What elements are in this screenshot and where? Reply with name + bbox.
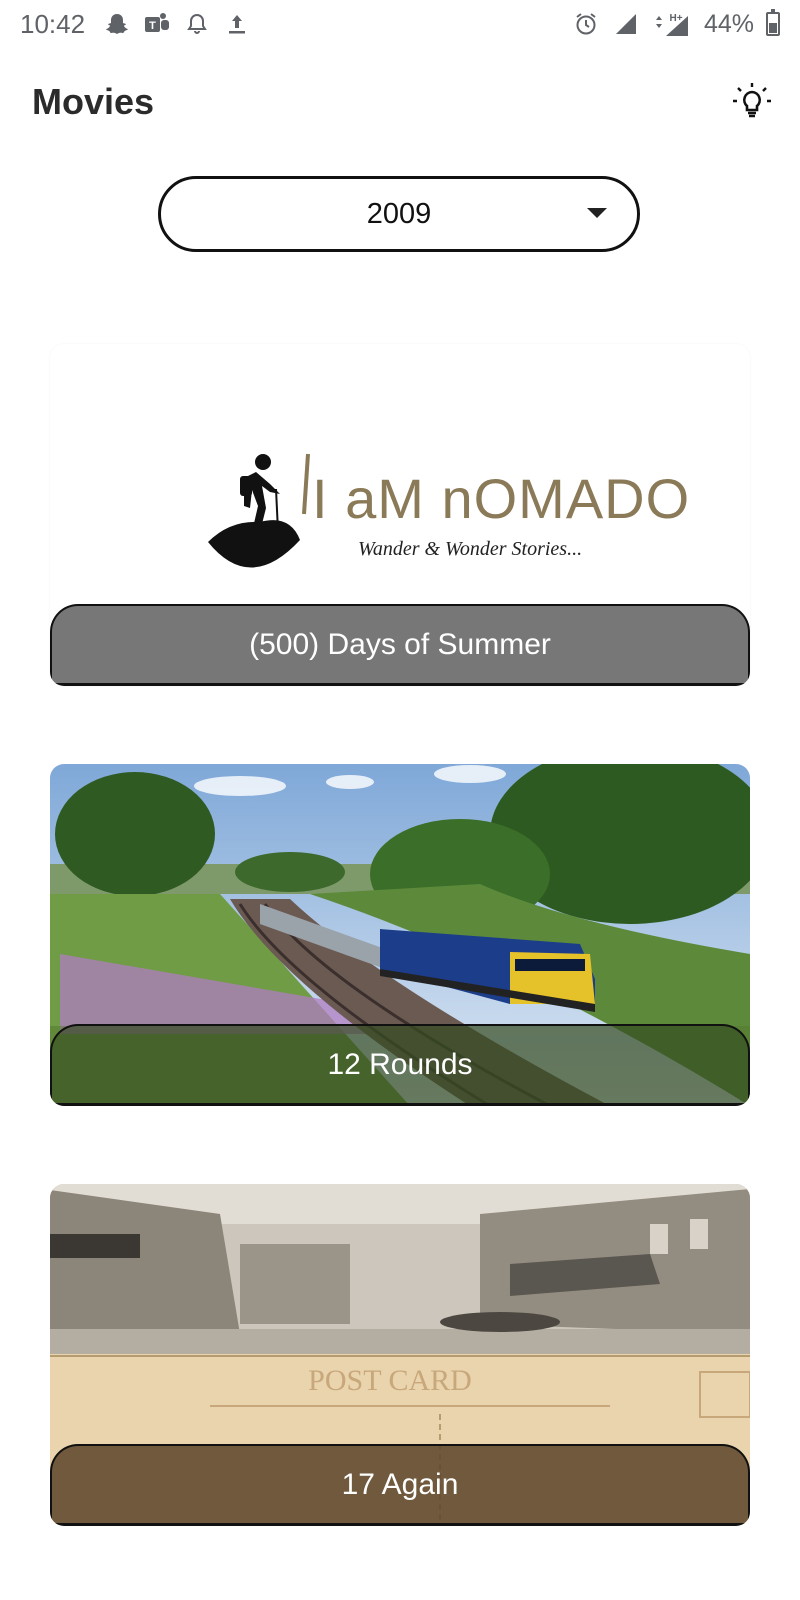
- movie-caption: 12 Rounds: [50, 1024, 750, 1106]
- page-title: Movies: [32, 81, 155, 122]
- chevron-down-icon: [587, 208, 607, 218]
- movie-title: (500) Days of Summer: [249, 627, 551, 661]
- status-bar-right: H+ 44%: [572, 9, 780, 39]
- movie-card[interactable]: 12 Rounds: [50, 764, 750, 1106]
- app-bar: Movies: [0, 60, 800, 144]
- upload-icon: [223, 10, 251, 38]
- logo-tagline: Wander & Wonder Stories...: [358, 538, 583, 560]
- logo-title: I aM nOMADO: [312, 467, 691, 530]
- svg-text:T: T: [149, 20, 156, 32]
- signal-icon: [612, 10, 640, 38]
- svg-text:POST CARD: POST CARD: [308, 1364, 472, 1397]
- alarm-icon: [572, 10, 600, 38]
- clock: 10:42: [20, 8, 86, 39]
- movie-title: 17 Again: [341, 1467, 459, 1501]
- lightbulb-icon: [733, 83, 771, 118]
- teams-icon: T: [143, 10, 171, 38]
- status-bar-left: 10:42 T: [20, 9, 251, 40]
- battery-percent: 44%: [703, 9, 754, 38]
- theme-toggle-button[interactable]: [728, 78, 776, 126]
- movie-card[interactable]: I aM nOMADO Wander & Wonder Stories... (…: [50, 344, 750, 686]
- battery-icon: [766, 9, 780, 36]
- movie-caption: (500) Days of Summer: [50, 604, 750, 686]
- movie-card[interactable]: POST CARD 17 Again: [50, 1184, 750, 1526]
- svg-text:H+: H+: [669, 13, 682, 24]
- movie-caption: 17 Again: [50, 1444, 750, 1526]
- network-type-hplus-icon: H+: [652, 10, 692, 38]
- year-dropdown-value: 2009: [366, 197, 432, 230]
- snapchat-icon: [103, 10, 131, 38]
- year-dropdown[interactable]: 2009: [158, 176, 640, 252]
- movie-title: 12 Rounds: [327, 1047, 473, 1081]
- notification-bell-icon: [183, 10, 211, 38]
- status-bar: 10:42 T H+ 44%: [0, 0, 800, 48]
